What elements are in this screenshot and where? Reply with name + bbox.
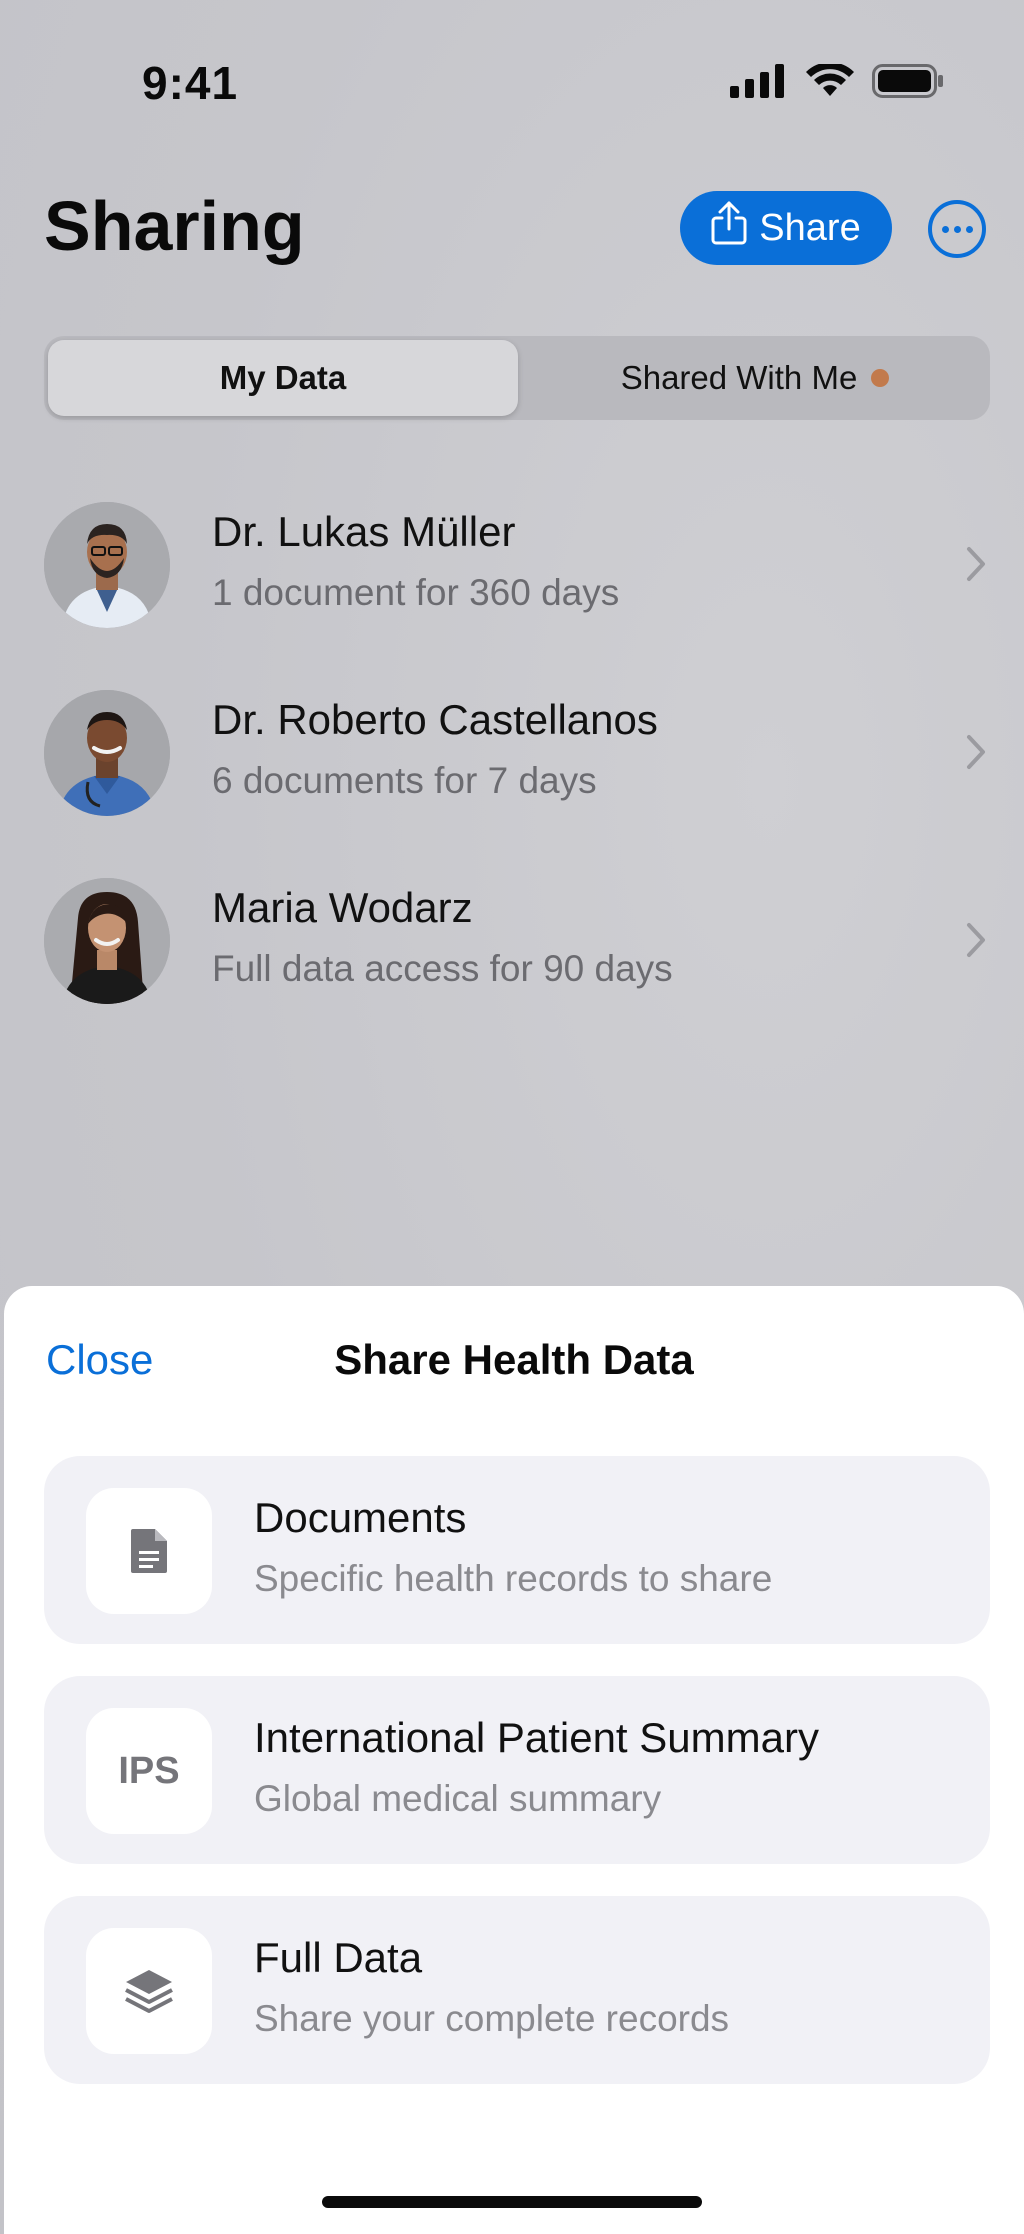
- option-title: International Patient Summary: [254, 1714, 819, 1761]
- status-icons: [730, 62, 944, 103]
- battery-icon: [872, 64, 944, 103]
- option-international-patient-summary[interactable]: IPS International Patient Summary Global…: [44, 1676, 990, 1864]
- contact-name: Dr. Roberto Castellanos: [212, 696, 658, 743]
- list-item[interactable]: Dr. Lukas Müller 1 document for 360 days: [44, 502, 990, 632]
- avatar: [44, 690, 170, 816]
- option-subtitle: Share your complete records: [254, 1998, 730, 2039]
- option-subtitle: Specific health records to share: [254, 1558, 773, 1599]
- status-time: 9:41: [142, 57, 239, 109]
- cellular-signal-icon: [730, 64, 788, 103]
- list-item[interactable]: Dr. Roberto Castellanos 6 documents for …: [44, 690, 990, 820]
- avatar: [44, 878, 170, 1004]
- chevron-right-icon: [966, 922, 986, 963]
- segmented-control: My Data Shared With Me: [44, 336, 990, 420]
- tab-my-data[interactable]: My Data: [48, 340, 518, 416]
- document-icon: [86, 1488, 212, 1614]
- share-button-label: Share: [759, 206, 861, 249]
- layers-icon: [86, 1928, 212, 2054]
- avatar: [44, 502, 170, 628]
- option-title: Documents: [254, 1494, 467, 1541]
- wifi-icon: [806, 62, 854, 103]
- ellipsis-icon: [941, 225, 949, 233]
- share-button[interactable]: Share: [680, 191, 892, 265]
- chevron-right-icon: [966, 546, 986, 587]
- contact-detail: Full data access for 90 days: [212, 948, 673, 989]
- sheet-title: Share Health Data: [334, 1336, 694, 1383]
- contact-name: Maria Wodarz: [212, 884, 473, 931]
- option-full-data[interactable]: Full Data Share your complete records: [44, 1896, 990, 2084]
- tab-shared-with-me-label: Shared With Me: [620, 359, 858, 396]
- list-item[interactable]: Maria Wodarz Full data access for 90 day…: [44, 878, 990, 1008]
- chevron-right-icon: [966, 734, 986, 775]
- share-icon: [711, 201, 747, 255]
- option-subtitle: Global medical summary: [254, 1778, 662, 1819]
- option-documents[interactable]: Documents Specific health records to sha…: [44, 1456, 990, 1644]
- page-title: Sharing: [44, 187, 305, 265]
- contact-detail: 6 documents for 7 days: [212, 760, 597, 801]
- contact-detail: 1 document for 360 days: [212, 572, 620, 613]
- option-title: Full Data: [254, 1934, 423, 1981]
- share-sheet: Share Health Data Close Documents Specif…: [4, 1286, 1024, 2234]
- status-bar: 9:41: [0, 0, 1024, 150]
- tab-shared-with-me[interactable]: Shared With Me: [524, 340, 986, 416]
- notification-dot: [871, 369, 890, 387]
- tab-my-data-label: My Data: [219, 359, 347, 396]
- ips-icon: IPS: [86, 1708, 212, 1834]
- close-button[interactable]: Close: [46, 1336, 153, 1384]
- more-options-button[interactable]: [928, 200, 986, 258]
- contact-name: Dr. Lukas Müller: [212, 508, 516, 555]
- home-indicator[interactable]: [322, 2196, 702, 2208]
